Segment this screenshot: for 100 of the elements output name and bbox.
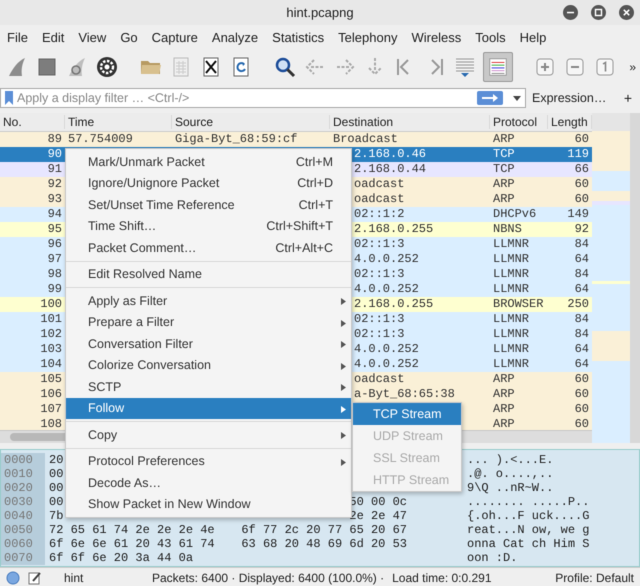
table-cell-text: ARP [492, 192, 516, 206]
file-name: hint [64, 571, 84, 585]
table-cell-text: 84 [574, 312, 590, 326]
table-cell-text: ARP [492, 177, 516, 192]
byte-offset: 0020 [1, 481, 45, 495]
table-cell-text: 100 [39, 297, 63, 312]
table-cell-text: 105 [39, 372, 63, 386]
table-cell-text: LLMNR [492, 282, 530, 296]
table-cell: 4.0.0.252 [354, 357, 419, 372]
load-time: Load time: 0:0.291 [392, 571, 492, 585]
hex-bytes: 6f 6e 6e 61 20 43 61 74 [49, 537, 215, 551]
byte-offset: 0030 [1, 495, 45, 509]
table-cell-text: BROWSER [492, 297, 544, 312]
table-cell-text: 64 [574, 342, 590, 356]
table-cell-text: 60 [574, 372, 590, 386]
table-cell-text: 102 [39, 327, 63, 342]
table-cell-text: 92 [46, 177, 63, 192]
ascii-text: .@. o....,.. [467, 467, 554, 481]
table-cell-text: ARP [492, 417, 516, 430]
table-cell-text: TCP [492, 147, 516, 162]
table-cell-text: 98 [46, 267, 63, 282]
hex-bytes: 20 [49, 453, 64, 467]
table-cell-text: LLMNR [492, 237, 530, 252]
packet-counts: Packets: 6400 · Displayed: 6400 (100.0%) · [152, 571, 384, 585]
byte-offset: 0070 [1, 551, 45, 565]
table-cell-text: 84 [574, 237, 590, 252]
table-cell-text: 149 [566, 207, 590, 222]
table-cell-text: 101 [39, 312, 63, 326]
table-cell: 2.168.0.46 [354, 147, 426, 162]
ascii-text: {.oh...F uck....G [467, 509, 590, 523]
table-cell-text: 89 [46, 132, 63, 146]
table-cell-text: 84 [574, 267, 590, 282]
hex-bytes: 7b [49, 509, 64, 523]
table-cell-text: 250 [566, 297, 590, 312]
table-cell-text: LLMNR [492, 342, 530, 356]
table-cell-text: 64 [574, 357, 590, 372]
table-cell-text: ARP [492, 372, 516, 386]
table-cell-text: 92 [574, 222, 590, 236]
byte-offset: 0040 [1, 509, 45, 523]
hex-bytes: 72 65 61 74 2e 2e 2e 4e [49, 523, 215, 537]
table-cell-text: 60 [574, 402, 590, 416]
table-cell-text: ARP [492, 132, 516, 146]
table-cell-text: NBNS [492, 222, 523, 236]
table-cell-text: LLMNR [492, 252, 530, 266]
table-cell: oadcast [354, 372, 404, 386]
table-cell-text: LLMNR [492, 357, 530, 372]
table-cell: a-Byt_68:65:38 [354, 387, 455, 402]
table-cell-text: 108 [39, 417, 63, 430]
table-cell-text: 60 [574, 192, 590, 206]
table-cell-text: TCP [492, 162, 516, 176]
table-cell: 2.168.0.255 [354, 297, 434, 312]
table-cell-text: 99 [46, 282, 63, 296]
table-cell-text: 119 [566, 147, 590, 162]
table-cell-text: LLMNR [492, 312, 530, 326]
table-cell-text: 104 [39, 357, 63, 372]
table-cell-text: 57.754009 [67, 132, 134, 146]
hex-bytes: 00 [49, 481, 64, 495]
ascii-text: onna Cat ch Him S [467, 537, 590, 551]
byte-offset: 0060 [1, 537, 45, 551]
table-cell-text: ARP [492, 402, 516, 416]
table-cell: oadcast [354, 192, 404, 206]
hex-bytes: 00 [49, 495, 64, 509]
table-cell: 4.0.0.252 [354, 282, 419, 296]
table-cell: 2.168.0.255 [354, 222, 434, 236]
table-cell-text: 60 [574, 177, 590, 192]
byte-offset: 0000 [1, 453, 45, 467]
ascii-text: ........ .....P.. [467, 495, 590, 509]
table-cell-text: ARP [492, 387, 516, 402]
table-cell-text: 90 [46, 147, 63, 162]
table-cell-text: 95 [46, 222, 63, 236]
table-cell-text: 66 [574, 162, 590, 176]
table-cell: 02::1:3 [354, 267, 404, 282]
table-cell: Broadcast [333, 132, 398, 146]
table-cell: 02::1:3 [354, 312, 404, 326]
table-cell: 4.0.0.252 [354, 342, 419, 356]
table-cell: 02::1:3 [354, 237, 404, 252]
hex-bytes: 00 [49, 467, 64, 481]
table-cell-text: 103 [39, 342, 63, 356]
ascii-text: ... ).<...E. [467, 453, 554, 467]
table-cell: 02::1:2 [354, 207, 404, 222]
hex-bytes: 6f 6f 6e 20 3a 44 0a [49, 551, 194, 565]
table-cell-text: 96 [46, 237, 63, 252]
ascii-text: 9\Q ..nR~W.. [467, 481, 554, 495]
ascii-text: reat...N ow, we g [467, 523, 590, 537]
table-cell-text: LLMNR [492, 327, 530, 342]
table-cell-text: 93 [46, 192, 63, 206]
ascii-text: oon :D. [467, 551, 518, 565]
table-cell: 02::1:3 [354, 327, 404, 342]
table-cell: 2.168.0.44 [354, 162, 426, 176]
table-cell-text: DHCPv6 [492, 207, 538, 222]
table-cell-text: 107 [39, 402, 63, 416]
table-cell-text: 64 [574, 282, 590, 296]
table-cell-text: LLMNR [492, 267, 530, 282]
table-cell-text: 60 [574, 417, 590, 430]
table-cell-text: 94 [46, 207, 63, 222]
table-cell-text: 106 [39, 387, 63, 402]
hex-bytes: 6f 77 2c 20 77 65 20 67 [241, 523, 407, 537]
table-cell: oadcast [354, 177, 404, 192]
table-cell-text: 91 [46, 162, 63, 176]
table-cell-text: 84 [574, 327, 590, 342]
